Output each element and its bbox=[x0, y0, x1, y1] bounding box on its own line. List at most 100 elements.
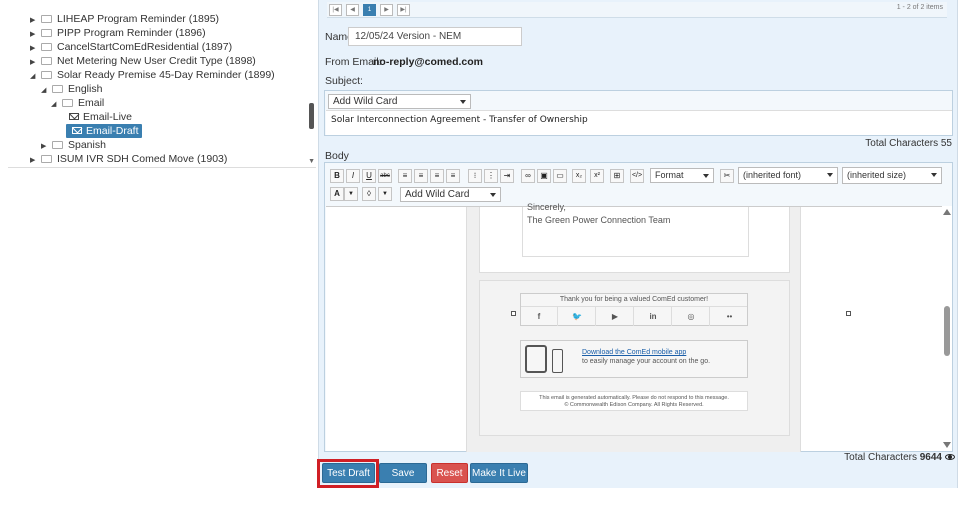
tablet-icon bbox=[525, 345, 547, 373]
file-icon[interactable]: ▭ bbox=[553, 169, 567, 183]
body-editor: B I U abc ≡ ≡ ≡ ≡ ⁝ ⋮ ⇥ ∞ ▣ ▭ x₂ x² ⊞ </… bbox=[324, 162, 953, 452]
link-icon[interactable]: ∞ bbox=[521, 169, 535, 183]
subject-wildcard-dropdown[interactable]: Add Wild Card bbox=[328, 94, 471, 109]
subscript-icon[interactable]: x₂ bbox=[572, 169, 586, 183]
bold-icon[interactable]: B bbox=[330, 169, 344, 183]
save-draft-button[interactable]: Save Draft bbox=[379, 463, 427, 499]
email-icon bbox=[69, 113, 79, 120]
team-text: The Green Power Connection Team bbox=[527, 215, 671, 225]
expand-icon[interactable]: ▶ bbox=[30, 154, 38, 167]
pager: |◀ ◀ 1 ▶ ▶| 1 - 2 of 2 items bbox=[327, 2, 947, 18]
prev-page-icon[interactable]: ◀ bbox=[346, 4, 359, 16]
body-wildcard-dropdown[interactable]: Add Wild Card bbox=[400, 187, 501, 202]
indent-icon[interactable]: ⇥ bbox=[500, 169, 514, 183]
subject-input[interactable]: Solar Interconnection Agreement - Transf… bbox=[326, 110, 952, 135]
folder-icon bbox=[41, 43, 52, 51]
align-right-icon[interactable]: ≡ bbox=[430, 169, 444, 183]
chevron-down-icon bbox=[931, 173, 937, 177]
underline-icon[interactable]: U bbox=[362, 169, 376, 183]
editor-scrollbar[interactable] bbox=[942, 206, 952, 451]
font-size-dropdown[interactable]: (inherited size) bbox=[842, 167, 942, 184]
scrollbar-thumb[interactable] bbox=[944, 306, 950, 356]
footer-card: Thank you for being a valued ComEd custo… bbox=[479, 280, 790, 436]
subject-label: Subject: bbox=[325, 75, 363, 87]
mobile-app-block: Download the ComEd mobile app to easily … bbox=[520, 340, 748, 378]
chevron-down-icon bbox=[703, 174, 709, 178]
reset-button[interactable]: Reset bbox=[431, 463, 468, 483]
font-color-dropdown-icon[interactable]: ▼ bbox=[344, 187, 358, 201]
background-color-dropdown-icon[interactable]: ▼ bbox=[378, 187, 392, 201]
collapse-icon[interactable]: ◢ bbox=[30, 70, 38, 84]
tree-item[interactable]: ◢ Solar Ready Premise 45-Day Reminder (18… bbox=[30, 68, 275, 82]
bullet-list-icon[interactable]: ⁝ bbox=[468, 169, 482, 183]
linkedin-icon[interactable]: in bbox=[635, 307, 672, 326]
instagram-icon[interactable]: ◎ bbox=[673, 307, 710, 326]
clear-format-icon[interactable]: ✂ bbox=[720, 169, 734, 183]
next-page-icon[interactable]: ▶ bbox=[380, 4, 393, 16]
table-icon[interactable]: ⊞ bbox=[610, 169, 624, 183]
background-color-icon[interactable]: ◊ bbox=[362, 187, 376, 201]
subject-editor: Add Wild Card Solar Interconnection Agre… bbox=[324, 90, 953, 136]
font-color-icon[interactable]: A bbox=[330, 187, 344, 201]
thanks-text: Thank you for being a valued ComEd custo… bbox=[559, 296, 709, 303]
pager-info: 1 - 2 of 2 items bbox=[896, 4, 943, 11]
page-number-button[interactable]: 1 bbox=[363, 4, 376, 16]
tree-item[interactable]: ▶ LIHEAP Program Reminder (1895) bbox=[30, 12, 219, 26]
email-preview: Sincerely, The Green Power Connection Te… bbox=[466, 202, 801, 452]
footer-disclaimer: This email is generated automatically. P… bbox=[520, 391, 748, 411]
folder-open-icon bbox=[62, 99, 73, 107]
tree-scrollbar-thumb[interactable] bbox=[309, 103, 314, 129]
name-input[interactable]: 12/05/24 Version - NEM bbox=[348, 27, 522, 46]
first-page-icon[interactable]: |◀ bbox=[329, 4, 342, 16]
test-draft-button[interactable]: Test Draft bbox=[322, 463, 375, 483]
strikethrough-icon[interactable]: abc bbox=[378, 169, 392, 183]
mobile-app-subtext: to easily manage your account on the go. bbox=[582, 358, 711, 365]
folder-icon bbox=[41, 15, 52, 23]
youtube-icon[interactable]: ▶ bbox=[597, 307, 634, 326]
numbered-list-icon[interactable]: ⋮ bbox=[484, 169, 498, 183]
signoff-text: Sincerely, bbox=[527, 202, 566, 212]
resize-handle[interactable] bbox=[511, 311, 516, 316]
image-icon[interactable]: ▣ bbox=[537, 169, 551, 183]
tree-item[interactable]: Email-Live bbox=[66, 110, 132, 124]
scroll-up-icon[interactable] bbox=[943, 209, 951, 215]
folder-open-icon bbox=[52, 85, 63, 93]
folder-icon bbox=[41, 57, 52, 65]
format-dropdown[interactable]: Format bbox=[650, 168, 714, 183]
align-left-icon[interactable]: ≡ bbox=[398, 169, 412, 183]
chevron-down-icon bbox=[490, 193, 496, 197]
template-tree: ▶ LIHEAP Program Reminder (1895) ▶ PIPP Pr… bbox=[8, 8, 316, 168]
align-center-icon[interactable]: ≡ bbox=[414, 169, 428, 183]
tree-item[interactable]: ◢ English bbox=[41, 82, 102, 96]
flickr-icon[interactable]: •• bbox=[711, 307, 748, 326]
body-char-count: Total Characters 9644 bbox=[844, 452, 955, 463]
chevron-down-icon bbox=[827, 173, 833, 177]
preview-eye-icon[interactable] bbox=[945, 454, 955, 460]
tree-item[interactable]: ▶ Net Metering New User Credit Type (1898… bbox=[30, 54, 256, 68]
collapse-icon[interactable]: ◢ bbox=[51, 98, 59, 112]
signature-card: Sincerely, The Green Power Connection Te… bbox=[479, 202, 790, 273]
tree-item[interactable]: ◢ Email bbox=[51, 96, 104, 110]
scroll-down-icon[interactable] bbox=[943, 442, 951, 448]
mobile-app-link[interactable]: Download the ComEd mobile app bbox=[582, 349, 686, 356]
body-content-area[interactable]: Sincerely, The Green Power Connection Te… bbox=[326, 202, 943, 452]
font-family-dropdown[interactable]: (inherited font) bbox=[738, 167, 838, 184]
facebook-icon[interactable]: f bbox=[521, 307, 558, 326]
superscript-icon[interactable]: x² bbox=[590, 169, 604, 183]
collapse-icon[interactable]: ◢ bbox=[41, 84, 49, 98]
scroll-down-icon[interactable]: ▼ bbox=[308, 158, 315, 165]
folder-icon bbox=[41, 29, 52, 37]
make-it-live-button[interactable]: Make It Live bbox=[470, 463, 528, 483]
tree-item-selected[interactable]: Email-Draft bbox=[66, 124, 142, 138]
resize-handle[interactable] bbox=[846, 311, 851, 316]
tree-item[interactable]: ▶ PIPP Program Reminder (1896) bbox=[30, 26, 206, 40]
twitter-icon[interactable]: 🐦 bbox=[559, 307, 596, 326]
italic-icon[interactable]: I bbox=[346, 169, 360, 183]
last-page-icon[interactable]: ▶| bbox=[397, 4, 410, 16]
chevron-down-icon bbox=[460, 100, 466, 104]
tree-item[interactable]: ▶ ISUM IVR SDH Comed Move (1903) bbox=[30, 152, 227, 166]
justify-icon[interactable]: ≡ bbox=[446, 169, 460, 183]
tree-item[interactable]: ▶ CancelStartComEdResidential (1897) bbox=[30, 40, 232, 54]
tree-item[interactable]: ▶ Spanish bbox=[41, 138, 106, 152]
code-view-icon[interactable]: </> bbox=[630, 169, 644, 183]
